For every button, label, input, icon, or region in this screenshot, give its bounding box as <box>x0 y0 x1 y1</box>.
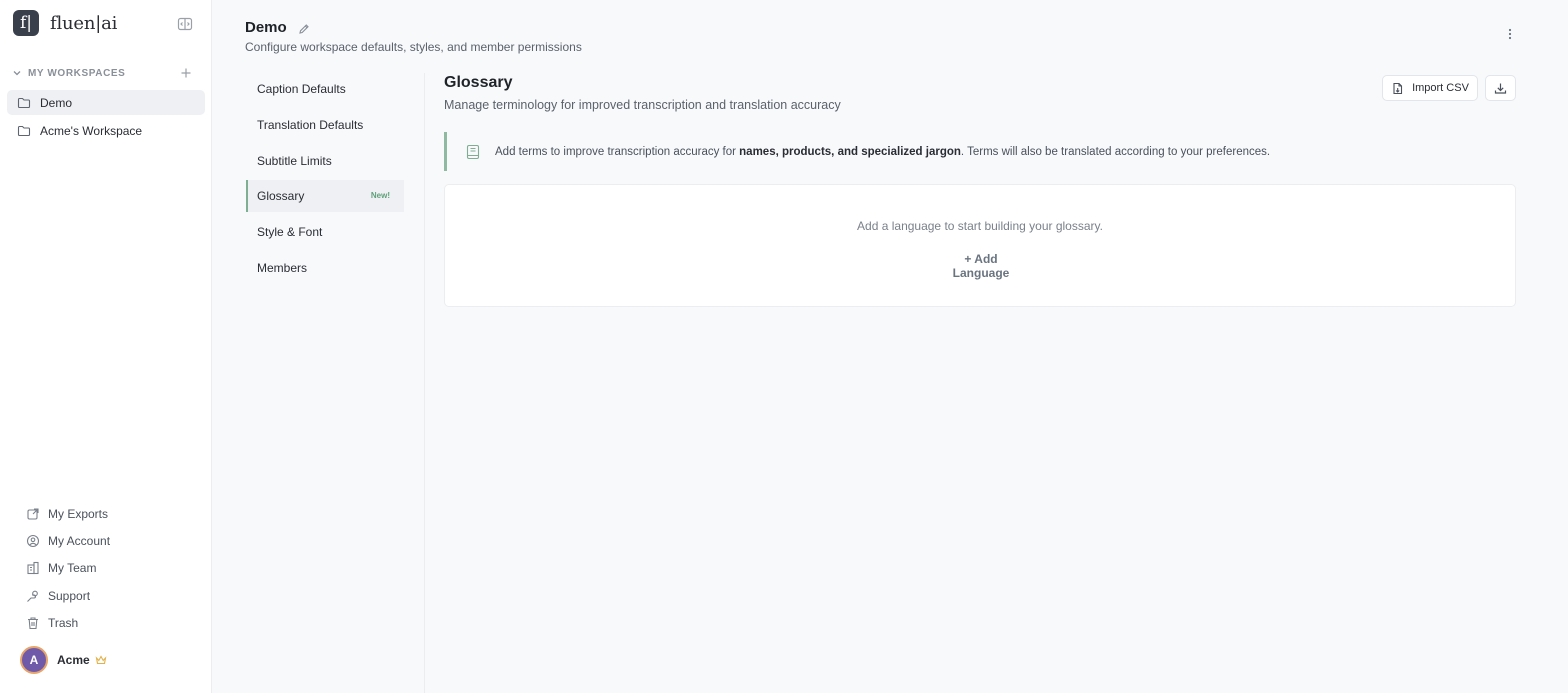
crown-icon <box>95 655 107 665</box>
settings-tab-label: Translation Defaults <box>257 117 364 132</box>
settings-tab-caption-defaults[interactable]: Caption Defaults <box>246 73 404 105</box>
avatar: A <box>20 646 48 674</box>
workspace-item-acme[interactable]: Acme's Workspace <box>7 118 205 143</box>
page-title: Demo <box>245 19 287 36</box>
glossary-subtitle: Manage terminology for improved transcri… <box>444 98 841 112</box>
nav-label: Support <box>48 588 91 603</box>
settings-tab-label: Glossary <box>257 189 305 204</box>
import-csv-button[interactable]: Import CSV <box>1382 75 1478 101</box>
book-icon <box>466 144 480 159</box>
nav-my-team[interactable]: My Team <box>26 555 110 582</box>
import-csv-label: Import CSV <box>1412 82 1469 94</box>
settings-tab-subtitle-limits[interactable]: Subtitle Limits <box>246 145 404 177</box>
glossary-title: Glossary <box>444 74 513 91</box>
app-logo[interactable]: f| fluen|ai <box>13 10 117 36</box>
folder-icon <box>17 97 31 108</box>
download-icon <box>1494 83 1507 94</box>
info-text-suffix: . Terms will also be translated accordin… <box>960 145 1271 158</box>
download-button[interactable] <box>1485 75 1516 101</box>
team-icon <box>27 562 39 575</box>
more-options-icon[interactable] <box>1503 27 1517 41</box>
settings-tab-label: Members <box>257 260 308 275</box>
glossary-info-box: Add terms to improve transcription accur… <box>444 132 1516 171</box>
file-import-icon <box>1393 82 1403 94</box>
account-icon <box>26 535 40 548</box>
workspace-label: Demo <box>40 95 73 110</box>
info-text-prefix: Add terms to improve transcription accur… <box>495 145 740 158</box>
logo-text: fluen|ai <box>50 12 118 34</box>
trash-icon <box>28 617 38 630</box>
nav-support[interactable]: Support <box>26 582 110 609</box>
settings-nav: Caption Defaults Translation Defaults Su… <box>246 73 404 288</box>
glossary-empty-state: Add a language to start building your gl… <box>444 184 1516 307</box>
user-profile[interactable]: A Acme <box>20 646 107 674</box>
bottom-nav: My Exports My Account My Team Support Tr… <box>26 500 110 637</box>
exports-icon <box>27 508 39 520</box>
workspaces-header[interactable]: MY WORKSPACES <box>12 66 196 80</box>
add-language-button[interactable]: + Add Language <box>935 252 1027 280</box>
settings-tab-translation-defaults[interactable]: Translation Defaults <box>246 109 404 141</box>
nav-label: My Exports <box>48 506 109 521</box>
chevron-down-icon <box>13 71 21 76</box>
nav-label: My Team <box>48 561 97 576</box>
workspace-label: Acme's Workspace <box>40 123 143 138</box>
nav-label: Trash <box>48 616 79 631</box>
nav-trash[interactable]: Trash <box>26 610 110 637</box>
settings-tab-members[interactable]: Members <box>246 252 404 284</box>
support-icon <box>27 590 38 602</box>
folder-icon <box>17 125 31 136</box>
empty-state-text: Add a language to start building your gl… <box>857 219 1103 233</box>
page-subtitle: Configure workspace defaults, styles, an… <box>245 40 582 54</box>
sidebar: f| fluen|ai MY WORKSPACES Demo Acme's Wo… <box>0 0 212 693</box>
info-text: Add terms to improve transcription accur… <box>495 146 1270 158</box>
settings-divider <box>424 73 425 693</box>
settings-tab-label: Subtitle Limits <box>257 153 332 168</box>
settings-tab-glossary[interactable]: Glossary New! <box>246 180 404 213</box>
settings-tab-label: Style & Font <box>257 225 323 240</box>
add-workspace-icon[interactable] <box>180 67 192 79</box>
logo-mark: f| <box>13 10 39 36</box>
settings-tab-style-font[interactable]: Style & Font <box>246 216 404 248</box>
edit-icon[interactable] <box>298 23 310 35</box>
settings-tab-label: Caption Defaults <box>257 82 346 96</box>
workspaces-label: MY WORKSPACES <box>28 67 126 79</box>
nav-my-exports[interactable]: My Exports <box>26 500 110 527</box>
sidebar-toggle-icon[interactable] <box>177 16 193 32</box>
nav-my-account[interactable]: My Account <box>26 527 110 554</box>
user-name: Acme <box>57 653 90 667</box>
new-badge: New! <box>370 191 390 201</box>
info-text-bold: names, products, and specialized jargon <box>739 145 961 158</box>
workspace-item-demo[interactable]: Demo <box>7 90 205 115</box>
nav-label: My Account <box>48 534 111 549</box>
